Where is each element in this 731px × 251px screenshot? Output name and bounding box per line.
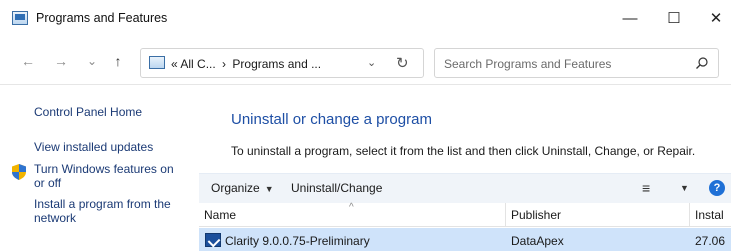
column-header-publisher[interactable]: Publisher: [511, 208, 561, 222]
recent-locations-button[interactable]: ⌄: [83, 52, 101, 70]
programs-and-features-icon: [12, 11, 28, 25]
search-input[interactable]: Search Programs and Features: [444, 57, 611, 71]
uninstall-change-button[interactable]: Uninstall/Change: [291, 181, 382, 195]
address-dropdown-icon[interactable]: ⌄: [367, 56, 376, 69]
breadcrumb-all-control-panel[interactable]: All C...: [180, 57, 215, 71]
clarity-app-icon: [205, 233, 221, 247]
search-icon[interactable]: [695, 56, 709, 70]
up-button[interactable]: ↑: [109, 52, 127, 70]
column-divider[interactable]: [505, 203, 506, 227]
breadcrumb-overflow[interactable]: «: [171, 57, 178, 71]
navigation-bar: ← → ⌄ ↑ « All C... › Programs and ... ⌄ …: [0, 40, 731, 84]
sort-ascending-icon: ^: [349, 202, 354, 213]
table-header: Name ^ Publisher Instal: [199, 202, 731, 227]
column-divider[interactable]: [689, 203, 690, 227]
minimize-button[interactable]: —: [615, 8, 645, 30]
chevron-down-icon: ▼: [264, 184, 274, 194]
back-button[interactable]: ←: [19, 52, 37, 70]
control-panel-icon: [149, 56, 165, 69]
breadcrumb-separator-icon: ›: [222, 57, 227, 71]
window-title: Programs and Features: [36, 11, 168, 25]
column-header-name[interactable]: Name: [204, 208, 236, 222]
sidebar-item-install-from-network[interactable]: Install a program from the network: [34, 197, 184, 225]
view-options-icon[interactable]: ≡: [642, 180, 650, 196]
page-title: Uninstall or change a program: [231, 111, 432, 128]
page-description: To uninstall a program, select it from t…: [231, 144, 696, 158]
breadcrumb-programs-and-features[interactable]: Programs and ...: [232, 57, 321, 71]
close-button[interactable]: ✕: [701, 8, 731, 30]
program-name: Clarity 9.0.0.75-Preliminary: [225, 234, 370, 248]
organize-button[interactable]: Organize ▼: [211, 181, 274, 195]
forward-button[interactable]: →: [52, 52, 70, 70]
content-area: Control Panel Home View installed update…: [0, 84, 731, 251]
help-icon[interactable]: ?: [709, 180, 725, 196]
maximize-button[interactable]: ☐: [659, 8, 689, 30]
refresh-icon[interactable]: ↻: [396, 54, 409, 72]
column-header-installed-on[interactable]: Instal: [695, 208, 724, 222]
search-box[interactable]: Search Programs and Features: [434, 48, 719, 78]
breadcrumb: « All C... › Programs and ...: [171, 57, 321, 71]
table-row[interactable]: Clarity 9.0.0.75-Preliminary DataApex 27…: [199, 228, 731, 251]
sidebar-item-control-panel-home[interactable]: Control Panel Home: [34, 105, 142, 119]
command-bar: Organize ▼ Uninstall/Change ≡ ▼ ?: [199, 173, 731, 203]
program-publisher: DataApex: [511, 234, 564, 248]
shield-icon: [12, 164, 26, 180]
title-bar: Programs and Features — ☐ ✕: [0, 0, 731, 40]
sidebar-item-view-installed-updates[interactable]: View installed updates: [34, 140, 153, 154]
view-dropdown-icon[interactable]: ▼: [680, 183, 689, 193]
address-bar[interactable]: « All C... › Programs and ... ⌄ ↻: [140, 48, 424, 78]
organize-label: Organize: [211, 181, 260, 195]
program-installed-on: 27.06: [695, 234, 726, 248]
sidebar-item-windows-features[interactable]: Turn Windows features on or off: [34, 162, 184, 190]
